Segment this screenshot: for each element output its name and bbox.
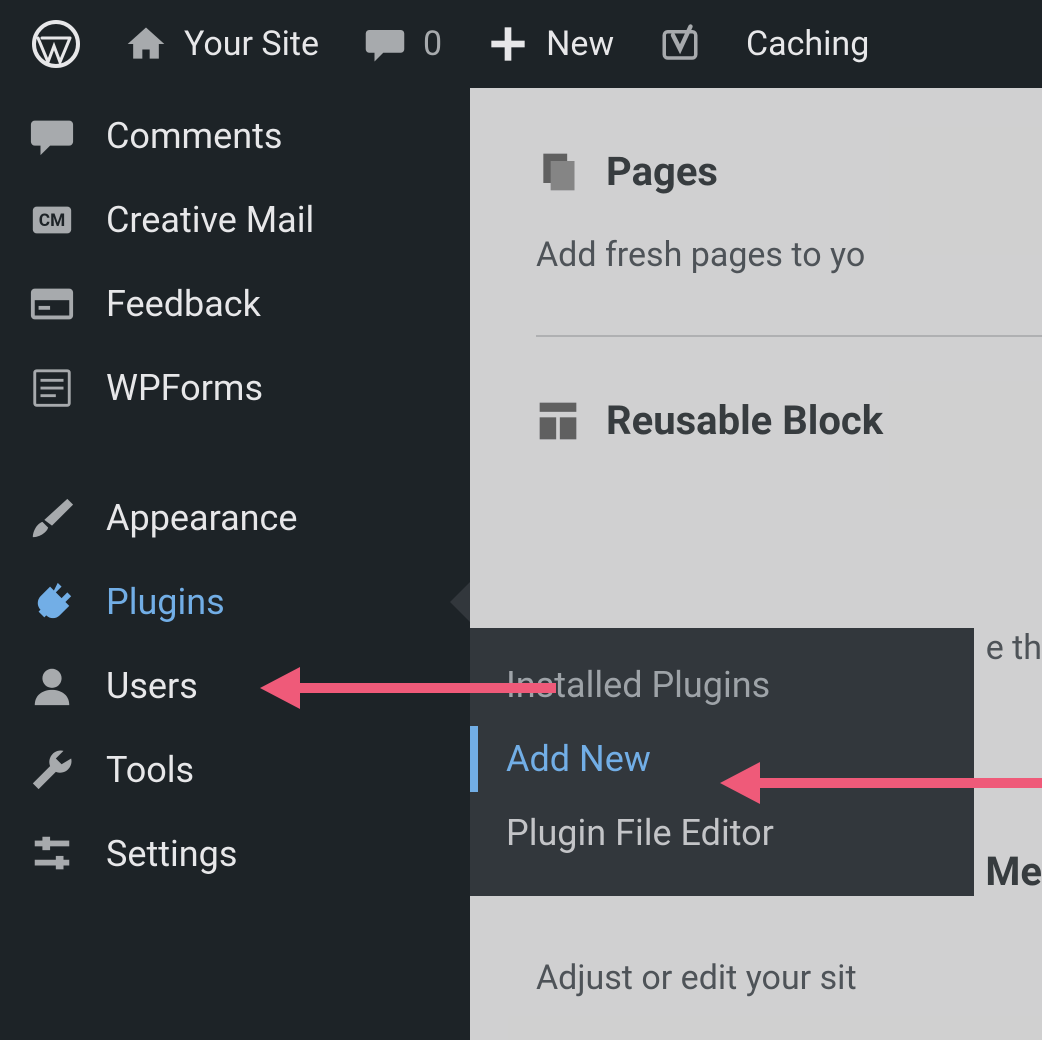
sidebar-item-plugins[interactable]: Plugins xyxy=(0,560,470,644)
sidebar-item-label: Feedback xyxy=(106,283,261,325)
pages-description: Add fresh pages to yo xyxy=(536,235,1042,275)
comment-icon xyxy=(28,112,76,160)
sidebar-item-label: Plugins xyxy=(106,581,225,623)
plug-icon xyxy=(28,578,76,626)
admin-layout: Comments CM Creative Mail Feedback WPFor… xyxy=(0,88,1042,1040)
sidebar-item-label: Comments xyxy=(106,115,282,157)
adjust-text: Adjust or edit your sit xyxy=(536,958,857,998)
creative-mail-icon: CM xyxy=(28,196,76,244)
blocks-heading: Reusable Block xyxy=(536,397,1042,444)
blocks-text-fragment: e th xyxy=(986,628,1042,668)
new-content-button[interactable]: New xyxy=(468,0,630,88)
sidebar-item-label: Settings xyxy=(106,833,237,875)
submenu-label: Add New xyxy=(506,738,651,780)
pages-heading-text: Pages xyxy=(606,148,718,195)
sidebar-separator xyxy=(0,444,470,462)
blocks-icon xyxy=(536,399,580,443)
sidebar-item-tools[interactable]: Tools xyxy=(0,728,470,812)
sidebar-item-appearance[interactable]: Appearance xyxy=(0,476,470,560)
new-label: New xyxy=(546,24,614,64)
content-divider xyxy=(536,335,1042,337)
sidebar-item-label: Creative Mail xyxy=(106,199,314,241)
submenu-item-plugin-file-editor[interactable]: Plugin File Editor xyxy=(470,796,974,870)
yoast-button[interactable] xyxy=(640,0,720,88)
sidebar-item-settings[interactable]: Settings xyxy=(0,812,470,896)
sidebar-item-label: WPForms xyxy=(106,367,263,409)
site-link[interactable]: Your Site xyxy=(106,0,335,88)
blocks-heading-text: Reusable Block xyxy=(606,397,883,444)
pages-heading: Pages xyxy=(536,148,1042,195)
yoast-icon xyxy=(656,20,704,68)
dimming-overlay xyxy=(470,88,1042,1040)
sidebar-item-users[interactable]: Users xyxy=(0,644,470,728)
wordpress-logo-icon xyxy=(32,20,80,68)
comment-count: 0 xyxy=(423,24,442,64)
plugins-submenu: Installed Plugins Add New Plugin File Ed… xyxy=(470,628,974,896)
user-icon xyxy=(28,662,76,710)
site-name-label: Your Site xyxy=(184,24,319,64)
sidebar-item-feedback[interactable]: Feedback xyxy=(0,262,470,346)
wpforms-icon xyxy=(28,364,76,412)
plus-icon xyxy=(484,20,532,68)
submenu-label: Plugin File Editor xyxy=(506,812,774,854)
submenu-item-installed-plugins[interactable]: Installed Plugins xyxy=(470,648,974,722)
menus-heading-fragment: Me xyxy=(985,848,1042,895)
sidebar-item-label: Users xyxy=(106,665,198,707)
comments-bubble-button[interactable]: 0 xyxy=(345,0,458,88)
main-content: Pages Add fresh pages to yo Reusable Blo… xyxy=(470,88,1042,1040)
sidebar-item-wpforms[interactable]: WPForms xyxy=(0,346,470,430)
pages-icon xyxy=(536,150,580,194)
wrench-icon xyxy=(28,746,76,794)
sidebar-item-creative-mail[interactable]: CM Creative Mail xyxy=(0,178,470,262)
home-icon xyxy=(122,20,170,68)
sidebar-item-label: Tools xyxy=(106,749,194,791)
admin-sidebar: Comments CM Creative Mail Feedback WPFor… xyxy=(0,88,470,1040)
comment-icon xyxy=(361,20,409,68)
submenu-label: Installed Plugins xyxy=(506,664,770,706)
admin-bar: Your Site 0 New Caching xyxy=(0,0,1042,88)
sidebar-item-label: Appearance xyxy=(106,497,297,539)
feedback-icon xyxy=(28,280,76,328)
wordpress-logo-button[interactable] xyxy=(16,0,96,88)
sidebar-item-comments[interactable]: Comments xyxy=(0,94,470,178)
caching-label: Caching xyxy=(746,24,869,64)
svg-text:CM: CM xyxy=(39,211,65,231)
paintbrush-icon xyxy=(28,494,76,542)
caching-button[interactable]: Caching xyxy=(730,0,885,88)
submenu-item-add-new[interactable]: Add New xyxy=(470,722,974,796)
sliders-icon xyxy=(28,830,76,878)
